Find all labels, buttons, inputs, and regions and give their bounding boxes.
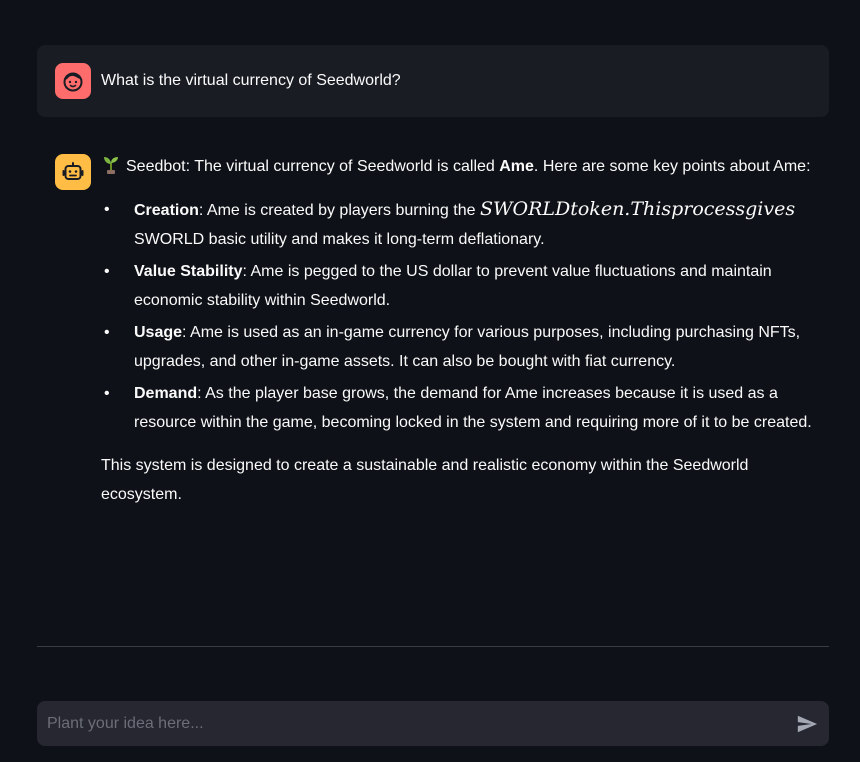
chat-input-bar xyxy=(37,701,829,746)
list-item: • Creation: Ame is created by players bu… xyxy=(101,195,825,254)
bullet: • xyxy=(104,263,110,280)
bot-closing: This system is designed to create a sust… xyxy=(101,457,749,503)
bullet: • xyxy=(104,324,110,341)
bot-intro-prefix: Seedbot: The virtual currency of Seedwor… xyxy=(126,158,500,175)
point-title: Demand xyxy=(134,385,198,402)
math-expression: SWORLDtoken.Thisprocessgives xyxy=(479,198,796,220)
point-title: Value Stability xyxy=(134,263,243,280)
smiling-face-icon xyxy=(63,72,83,92)
user-message-text: What is the virtual currency of Seedworl… xyxy=(101,72,401,89)
point-text: : As the player base grows, the demand f… xyxy=(134,385,812,431)
currency-name: Ame xyxy=(499,158,534,175)
bot-intro-suffix: . Here are some key points about Ame: xyxy=(533,158,811,175)
chat-page: What is the virtual currency of Seedworl… xyxy=(0,0,860,762)
bot-message-body: Seedbot: The virtual currency of Seedwor… xyxy=(101,138,825,509)
point-text: SWORLD basic utility and makes it long-t… xyxy=(134,231,545,248)
divider xyxy=(37,646,829,647)
bot-intro: Seedbot: The virtual currency of Seedwor… xyxy=(101,152,825,181)
bot-message: Seedbot: The virtual currency of Seedwor… xyxy=(37,138,829,509)
list-item: • Demand: As the player base grows, the … xyxy=(101,379,825,437)
list-item: • Usage: Ame is used as an in-game curre… xyxy=(101,318,825,376)
bullet: • xyxy=(104,385,110,402)
robot-face-icon xyxy=(62,162,84,180)
chat-input[interactable] xyxy=(37,701,785,746)
user-avatar xyxy=(55,63,91,99)
user-message: What is the virtual currency of Seedworl… xyxy=(37,45,829,117)
seedling-icon xyxy=(104,157,118,174)
point-title: Usage xyxy=(134,324,183,341)
send-button[interactable] xyxy=(785,701,829,746)
point-text: : Ame is created by players burning the xyxy=(198,202,480,219)
point-text: : Ame is used as an in-game currency for… xyxy=(134,324,801,370)
bullet: • xyxy=(104,201,110,218)
key-points-list: • Creation: Ame is created by players bu… xyxy=(101,195,825,437)
point-title: Creation xyxy=(134,202,199,219)
send-arrow-icon xyxy=(797,715,818,732)
bot-avatar xyxy=(55,154,91,190)
list-item: • Value Stability: Ame is pegged to the … xyxy=(101,257,825,315)
